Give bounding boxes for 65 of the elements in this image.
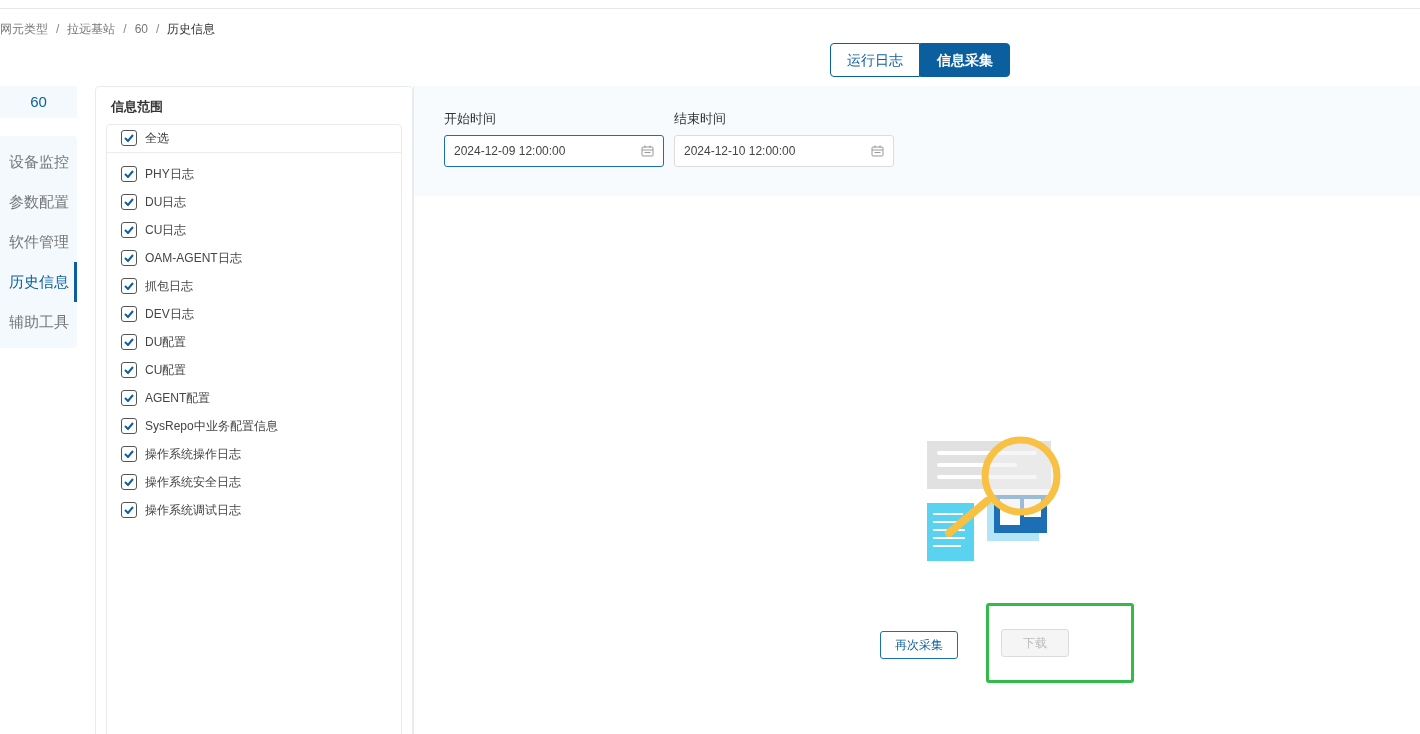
panel-title: 信息范围: [109, 98, 164, 116]
nav-item[interactable]: 辅助工具: [0, 302, 77, 342]
checkbox-label: PHY日志: [145, 165, 194, 183]
checkbox[interactable]: [121, 473, 137, 490]
checkbox[interactable]: [121, 221, 137, 238]
breadcrumb-item: 历史信息: [167, 21, 216, 38]
check-icon: [124, 477, 134, 486]
date-field[interactable]: 2024-12-09 12:00:00: [444, 134, 664, 167]
checkbox-label: 全选: [145, 130, 169, 147]
checkbox[interactable]: [121, 277, 137, 294]
nav-item[interactable]: 软件管理: [0, 222, 77, 262]
nav-item[interactable]: 设备监控: [0, 142, 77, 182]
field-label: 开始时间: [444, 110, 497, 128]
breadcrumb-separator: /: [156, 21, 160, 38]
check-icon: [124, 337, 134, 346]
check-icon: [124, 134, 134, 142]
checkbox-label: DU配置: [145, 333, 187, 351]
date-field[interactable]: 2024-12-10 12:00:00: [674, 134, 894, 167]
nav-item[interactable]: 参数配置: [0, 182, 77, 222]
checkbox-label: SysRepo中业务配置信息: [145, 417, 278, 435]
field-label: 结束时间: [674, 110, 727, 128]
check-icon: [124, 449, 134, 458]
collect-button[interactable]: 再次采集: [880, 631, 958, 659]
checkbox[interactable]: [121, 333, 137, 350]
check-icon: [124, 281, 134, 290]
breadcrumb-separator: /: [123, 21, 127, 38]
tab[interactable]: 信息采集: [920, 43, 1010, 77]
breadcrumb-item[interactable]: 60: [134, 20, 149, 38]
checkbox-label: 操作系统安全日志: [145, 473, 241, 491]
checkbox[interactable]: [121, 305, 137, 322]
checkbox[interactable]: [121, 361, 137, 378]
checkbox-label: OAM-AGENT日志: [145, 249, 242, 267]
checkbox-label: CU日志: [145, 221, 187, 239]
device-label: 60: [0, 86, 77, 118]
check-icon: [124, 253, 134, 262]
checkbox-label: 操作系统操作日志: [145, 445, 241, 463]
breadcrumb-item[interactable]: 拉远基站: [67, 20, 116, 38]
check-icon: [124, 225, 134, 234]
checkbox[interactable]: [121, 417, 137, 434]
tab[interactable]: 运行日志: [830, 43, 920, 77]
checkbox-label: DU日志: [145, 193, 187, 211]
checkbox-label: 抓包日志: [145, 277, 193, 295]
check-icon: [124, 393, 134, 402]
check-icon: [124, 169, 134, 178]
checkbox-label: DEV日志: [145, 305, 194, 323]
breadcrumb-separator: /: [56, 21, 60, 38]
nav-item[interactable]: 历史信息: [0, 262, 77, 302]
checkbox[interactable]: [121, 249, 137, 266]
check-icon: [124, 421, 134, 430]
checkbox[interactable]: [121, 165, 137, 182]
breadcrumb-item[interactable]: 网元类型: [0, 20, 48, 38]
check-icon: [124, 197, 134, 206]
calendar-icon: [641, 144, 654, 157]
checkbox[interactable]: [121, 193, 137, 210]
check-icon: [124, 505, 134, 514]
calendar-icon: [871, 144, 884, 157]
checkbox-label: CU配置: [145, 361, 187, 379]
checkbox-label: 操作系统调试日志: [145, 501, 241, 519]
checkbox[interactable]: [121, 445, 137, 462]
check-icon: [124, 365, 134, 374]
check-icon: [124, 309, 134, 318]
checkbox[interactable]: [121, 501, 137, 518]
checkbox[interactable]: [121, 389, 137, 406]
checkbox-label: AGENT配置: [145, 389, 211, 407]
checkbox[interactable]: [121, 130, 137, 146]
